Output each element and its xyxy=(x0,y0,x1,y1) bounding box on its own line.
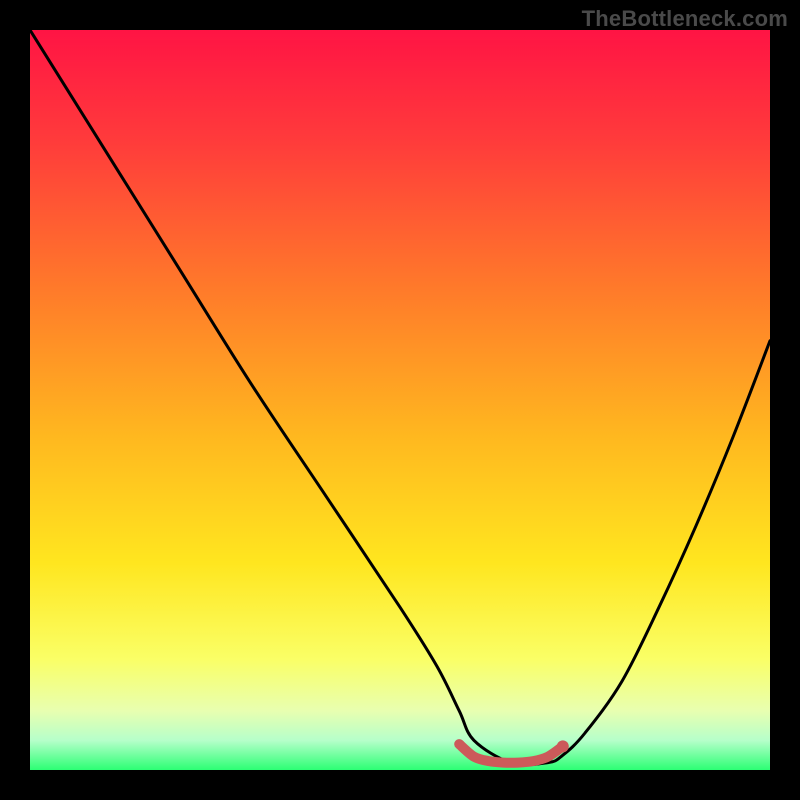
gradient-background xyxy=(30,30,770,770)
chart-frame: TheBottleneck.com xyxy=(0,0,800,800)
bottleneck-chart xyxy=(30,30,770,770)
optimal-range-end-dot xyxy=(557,740,569,752)
watermark-label: TheBottleneck.com xyxy=(582,6,788,32)
plot-area xyxy=(30,30,770,770)
